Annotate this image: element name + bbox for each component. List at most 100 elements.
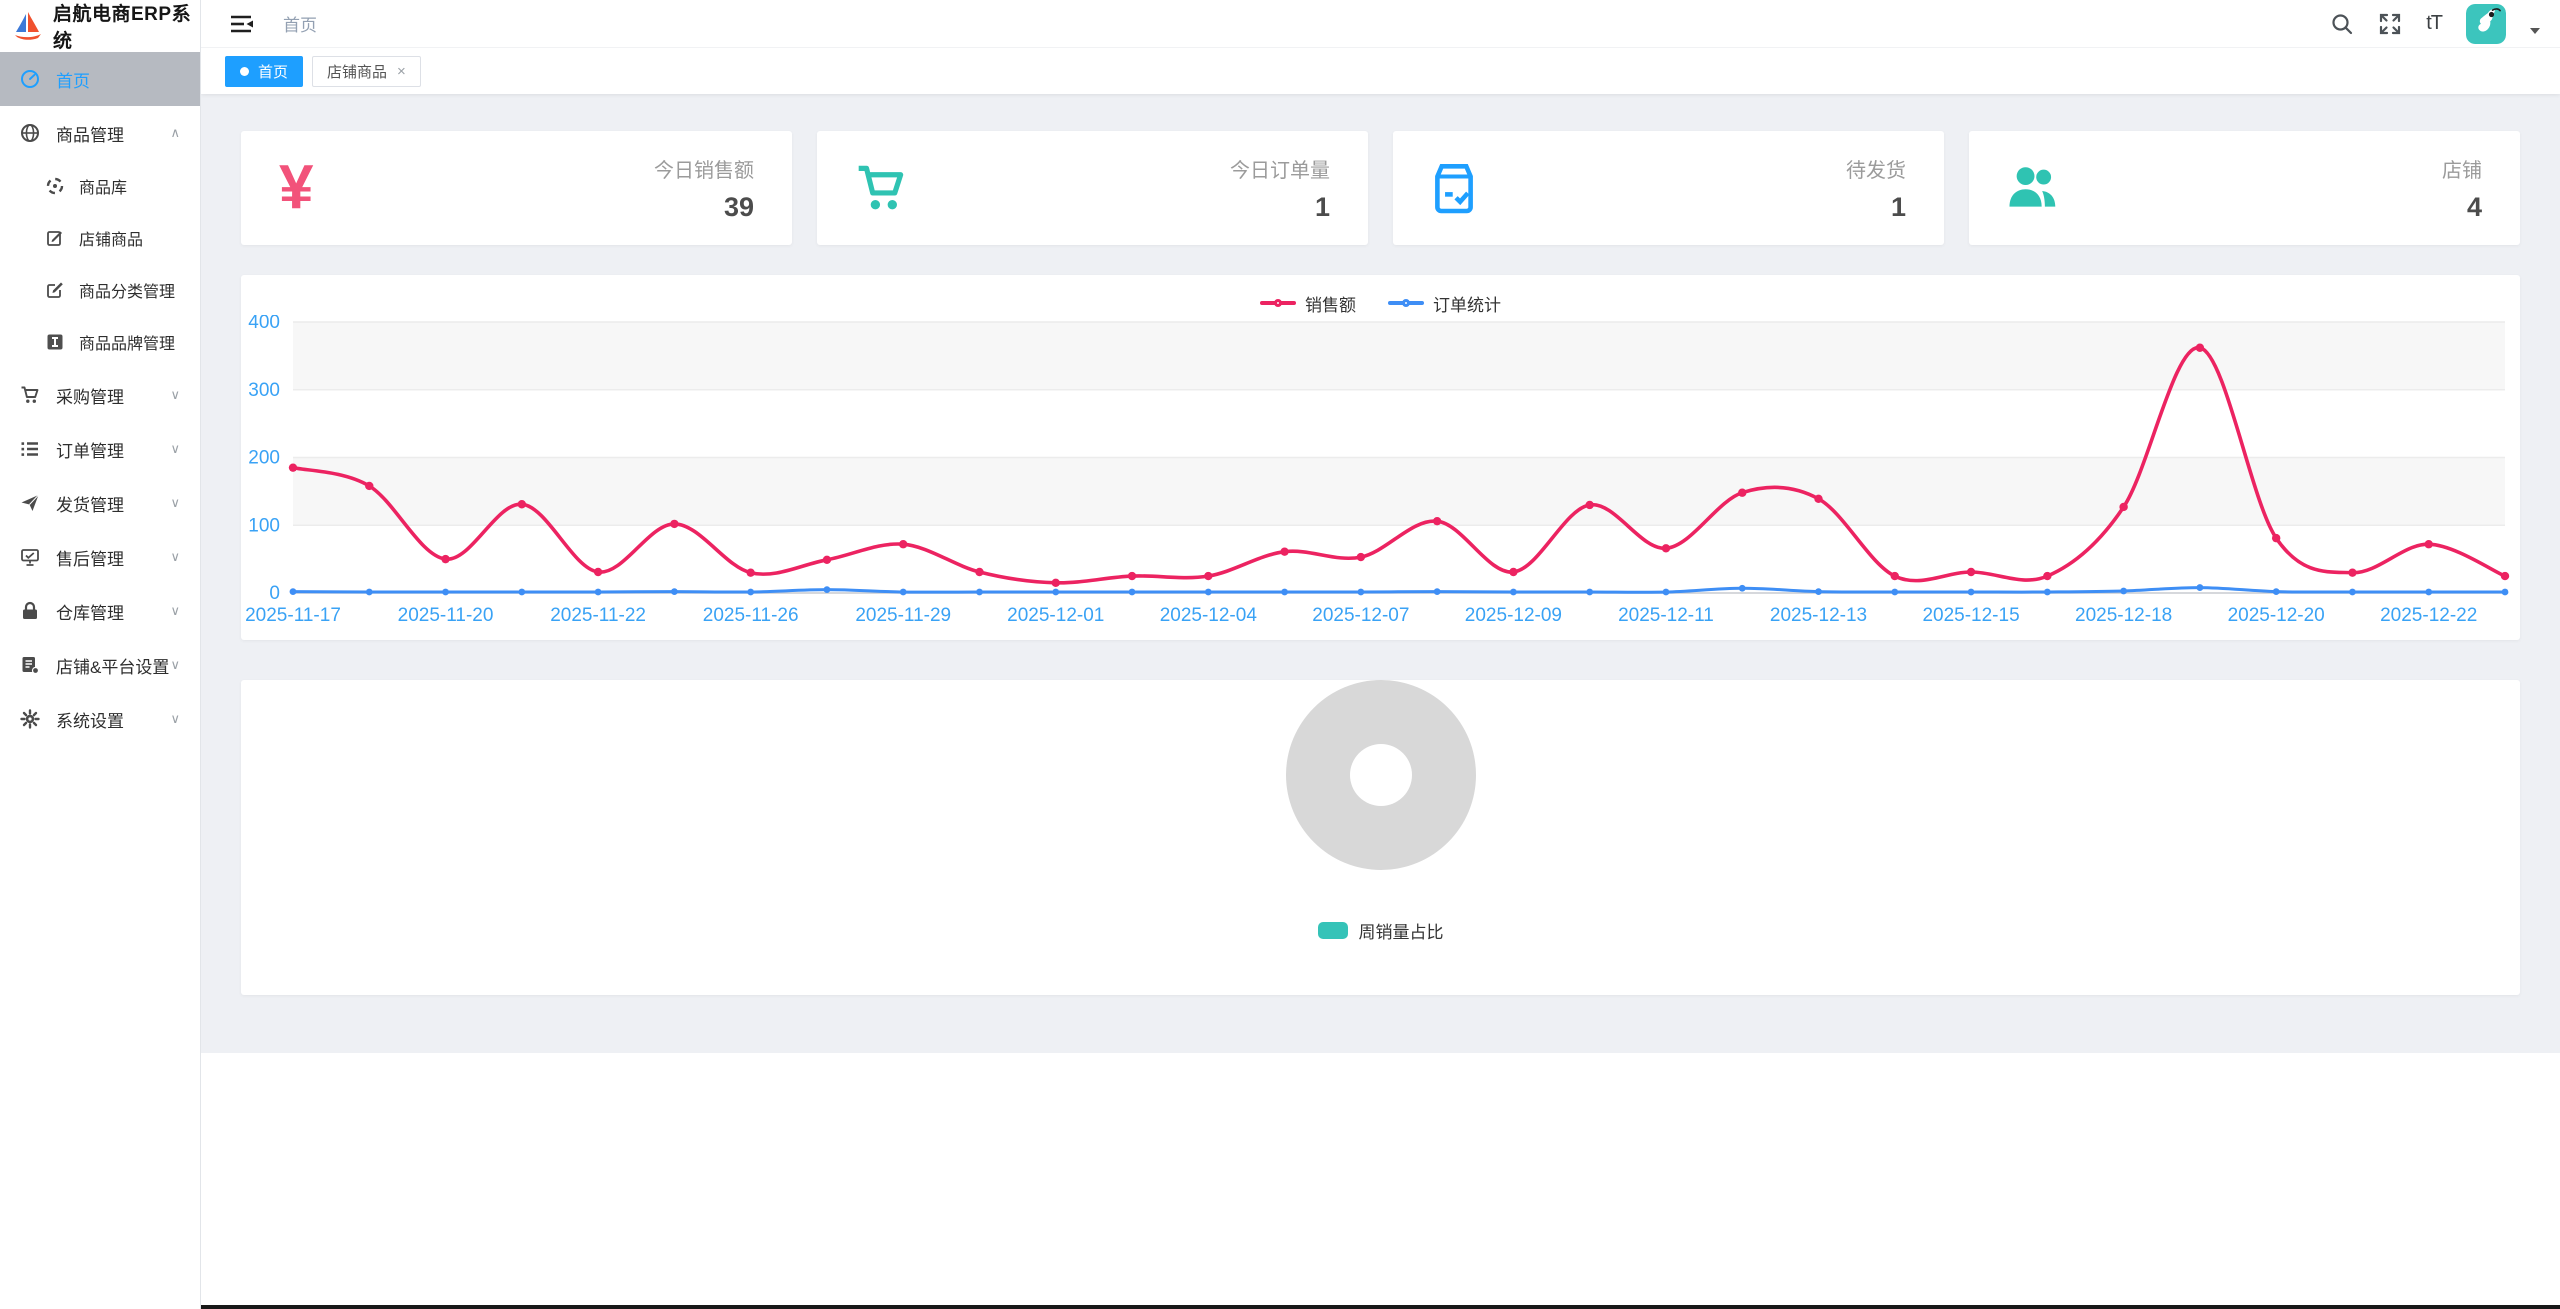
sidebar-item-label: 商品分类管理 xyxy=(79,278,175,302)
stat-value: 4 xyxy=(2442,192,2482,223)
legend-swatch-icon[interactable] xyxy=(1318,922,1348,939)
sidebar-item-aftersale-mgmt[interactable]: 售后管理 ∨ xyxy=(0,530,200,584)
sidebar-item-label: 店铺&平台设置 xyxy=(56,653,169,678)
sales-line-chart-card: 销售额订单统计 01002003004002025-11-172025-11-2… xyxy=(241,275,2520,640)
header-toolbar: tT xyxy=(2330,4,2560,44)
tab-label: 店铺商品 xyxy=(327,61,387,82)
svg-text:400: 400 xyxy=(248,315,280,333)
tab-store-goods[interactable]: 店铺商品 xyxy=(312,56,421,87)
app-title: 启航电商ERP系统 xyxy=(53,0,200,53)
font-size-icon[interactable]: tT xyxy=(2426,12,2442,35)
sidebar-item-label: 仓库管理 xyxy=(56,599,124,624)
svg-text:2025-12-09: 2025-12-09 xyxy=(1465,605,1562,626)
legend-item-订单统计[interactable]: 订单统计 xyxy=(1388,291,1501,316)
sidebar-item-shipping-mgmt[interactable]: 发货管理 ∨ xyxy=(0,476,200,530)
chevron-down-icon: ∨ xyxy=(170,712,180,727)
legend-item-销售额[interactable]: 销售额 xyxy=(1260,291,1356,316)
stat-card-sales: ¥ 今日销售额 39 xyxy=(241,131,792,245)
package-icon xyxy=(1431,162,1477,214)
legend-label: 销售额 xyxy=(1305,291,1356,316)
sidebar-item-label: 订单管理 xyxy=(56,437,124,462)
sidebar-item-warehouse-mgmt[interactable]: 仓库管理 ∨ xyxy=(0,584,200,638)
users-icon xyxy=(2007,163,2059,213)
tab-bar: 首页 店铺商品 xyxy=(201,48,2560,94)
avatar[interactable] xyxy=(2466,4,2506,44)
svg-text:2025-12-01: 2025-12-01 xyxy=(1007,605,1104,626)
sidebar-item-goods-category[interactable]: 商品分类管理 xyxy=(0,264,200,316)
svg-text:2025-12-20: 2025-12-20 xyxy=(2228,605,2325,626)
svg-text:2025-12-04: 2025-12-04 xyxy=(1160,605,1258,626)
active-dot-icon xyxy=(240,67,249,76)
dashboard-icon xyxy=(20,69,40,89)
stat-card-orders: 今日订单量 1 xyxy=(817,131,1368,245)
chevron-down-icon: ∨ xyxy=(170,658,180,673)
stat-label: 店铺 xyxy=(2442,154,2482,183)
target-icon xyxy=(46,177,64,195)
sidebar-item-goods-library[interactable]: 商品库 xyxy=(0,160,200,212)
svg-text:2025-11-22: 2025-11-22 xyxy=(550,605,646,626)
pie-legend-label[interactable]: 周销量占比 xyxy=(1359,918,1444,943)
chevron-down-icon: ∨ xyxy=(170,496,180,511)
fullscreen-icon[interactable] xyxy=(2378,12,2402,36)
top-header: 首页 tT xyxy=(201,0,2560,48)
chevron-down-icon: ∨ xyxy=(170,442,180,457)
sidebar-item-label: 商品品牌管理 xyxy=(79,330,175,354)
sidebar-item-label: 商品库 xyxy=(79,174,127,198)
sidebar-item-home[interactable]: 首页 xyxy=(0,52,200,106)
legend-label: 订单统计 xyxy=(1433,291,1501,316)
app-logo: 启航电商ERP系统 xyxy=(0,0,200,52)
svg-text:2025-12-07: 2025-12-07 xyxy=(1312,605,1409,626)
globe-icon xyxy=(20,123,40,143)
sidebar-item-purchase-mgmt[interactable]: 采购管理 ∨ xyxy=(0,368,200,422)
edit-square-icon xyxy=(46,281,64,299)
svg-text:2025-11-17: 2025-11-17 xyxy=(245,605,341,626)
svg-text:2025-12-11: 2025-12-11 xyxy=(1618,605,1714,626)
stat-value: 1 xyxy=(1846,192,1906,223)
sidebar: 启航电商ERP系统 首页 商品管理 ∧ 商品库 店铺商品 商品分类管理 xyxy=(0,0,201,1309)
chevron-down-icon: ∨ xyxy=(170,388,180,403)
chevron-up-icon: ∧ xyxy=(170,126,180,141)
send-icon xyxy=(20,493,40,513)
sidebar-item-shop-platform-settings[interactable]: 店铺&平台设置 ∨ xyxy=(0,638,200,692)
legend-line-icon xyxy=(1260,296,1296,310)
chevron-down-icon[interactable] xyxy=(2530,28,2540,34)
stat-card-shops: 店铺 4 xyxy=(1969,131,2520,245)
window-bottom-edge xyxy=(0,1305,2560,1309)
edit-icon xyxy=(46,229,64,247)
collapse-menu-icon[interactable] xyxy=(229,14,253,34)
aftersale-icon xyxy=(20,547,40,567)
stat-value: 39 xyxy=(654,192,754,223)
sidebar-item-goods-brand[interactable]: 商品品牌管理 xyxy=(0,316,200,368)
sidebar-item-label: 采购管理 xyxy=(56,383,124,408)
cart-icon xyxy=(20,385,40,405)
sidebar-item-goods-mgmt[interactable]: 商品管理 ∧ xyxy=(0,106,200,160)
stat-card-pending-shipment: 待发货 1 xyxy=(1393,131,1944,245)
sidebar-item-store-goods[interactable]: 店铺商品 xyxy=(0,212,200,264)
stat-label: 今日订单量 xyxy=(1230,154,1330,183)
sidebar-item-label: 系统设置 xyxy=(56,707,124,732)
sidebar-item-system-settings[interactable]: 系统设置 ∨ xyxy=(0,692,200,746)
sales-line-chart: 01002003004002025-11-172025-11-202025-11… xyxy=(241,315,2520,640)
svg-text:2025-12-22: 2025-12-22 xyxy=(2380,605,2477,626)
list-icon xyxy=(20,439,40,459)
svg-text:2025-12-18: 2025-12-18 xyxy=(2075,605,2172,626)
tab-home[interactable]: 首页 xyxy=(225,56,303,87)
stat-value: 1 xyxy=(1230,192,1330,223)
sidebar-item-order-mgmt[interactable]: 订单管理 ∨ xyxy=(0,422,200,476)
sidebar-item-label: 店铺商品 xyxy=(79,226,143,250)
sailboat-logo-icon xyxy=(12,10,44,42)
svg-text:2025-12-13: 2025-12-13 xyxy=(1770,605,1867,626)
sidebar-item-label: 发货管理 xyxy=(56,491,124,516)
donut-chart xyxy=(1286,680,1476,870)
svg-text:2025-11-29: 2025-11-29 xyxy=(855,605,951,626)
chevron-down-icon: ∨ xyxy=(170,550,180,565)
weekly-sales-pie-card: 周销量占比 xyxy=(241,680,2520,995)
close-icon[interactable] xyxy=(397,64,406,79)
lock-icon xyxy=(20,601,40,621)
chevron-down-icon: ∨ xyxy=(170,604,180,619)
svg-text:2025-11-20: 2025-11-20 xyxy=(398,605,494,626)
search-icon[interactable] xyxy=(2330,12,2354,36)
svg-text:100: 100 xyxy=(248,515,280,536)
svg-text:2025-12-15: 2025-12-15 xyxy=(1922,605,2019,626)
breadcrumb[interactable]: 首页 xyxy=(283,11,317,36)
